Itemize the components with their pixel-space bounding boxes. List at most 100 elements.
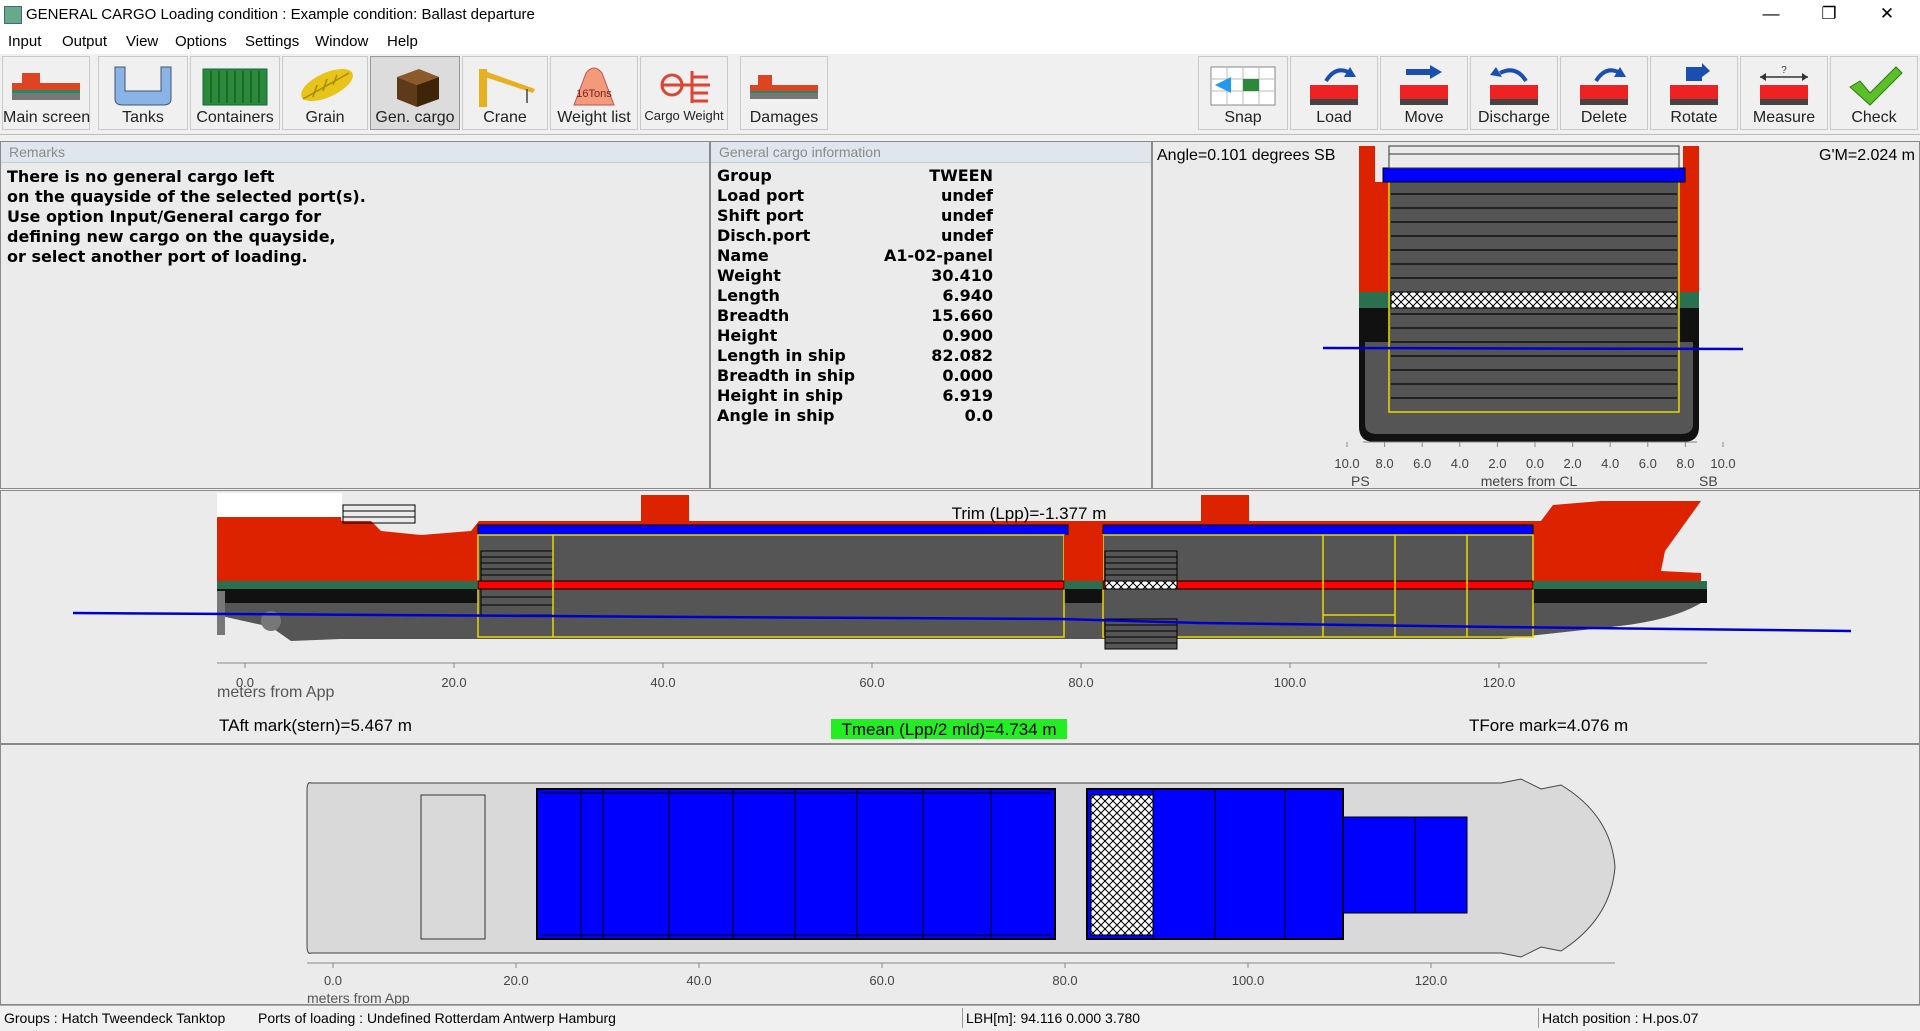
status-ports: Ports of loading : Undefined Rotterdam A…	[258, 1010, 616, 1026]
grain-label: Grain	[305, 109, 345, 126]
menu-options[interactable]: Options	[175, 33, 227, 50]
info-value: 15.660	[931, 306, 993, 325]
info-row-disch-port: Disch.port undef	[711, 226, 1151, 246]
cargo-weight-label: Cargo Weight	[644, 108, 724, 123]
axis-tick-label: 80.0	[1068, 675, 1093, 690]
remarks-line: or select another port of loading.	[7, 247, 308, 266]
cross-section-axis: 10.0 8.0 6.0 4.0 2.0 0.0 2.0 4.0 6.0 8.0 10.0	[1334, 442, 1736, 471]
aft-mark-label: TAft mark(stern)=5.467 m	[219, 716, 412, 735]
cross-section-axis-label: meters from CL	[1481, 473, 1578, 488]
tanks-button[interactable]: Tanks	[98, 56, 188, 130]
info-key: Group	[717, 166, 772, 185]
selected-cargo-profile[interactable]	[1104, 580, 1178, 590]
angle-label: Angle=0.101 degrees SB	[1157, 147, 1335, 164]
title-bar: GENERAL CARGO Loading condition : Exampl…	[0, 0, 1920, 30]
tanks-label: Tanks	[122, 109, 164, 126]
menu-help[interactable]: Help	[387, 33, 418, 50]
cargo-weight-button[interactable]: Cargo Weight	[640, 56, 728, 130]
main-screen-button[interactable]: Main screen	[2, 56, 90, 130]
cargo-info-panel: General cargo information Group TWEEN Loa…	[710, 141, 1152, 489]
damaged-ship-icon	[750, 75, 818, 99]
aft-hatch	[420, 794, 486, 940]
ship-icon	[12, 73, 80, 100]
status-groups: Groups : Hatch Tweendeck Tanktop	[4, 1010, 226, 1026]
status-hatch: Hatch position : H.pos.07	[1542, 1010, 1699, 1026]
measure-button[interactable]: ? Measure	[1740, 56, 1828, 130]
check-button[interactable]: Check	[1830, 56, 1918, 130]
damages-button[interactable]: Damages	[740, 56, 828, 130]
ps-label: PS	[1351, 473, 1370, 488]
svg-text:?: ?	[1781, 65, 1787, 76]
containers-button[interactable]: Containers	[190, 56, 280, 130]
close-button[interactable]: ✕	[1858, 0, 1916, 30]
axis-tick-label: 2.0	[1564, 456, 1582, 471]
cargo-info-table: Group TWEEN Load port undef Shift port unde…	[711, 163, 1151, 426]
menu-window[interactable]: Window	[315, 33, 368, 50]
load-arrow-icon	[1310, 67, 1358, 105]
move-label: Move	[1404, 109, 1444, 126]
hatch-group-aft[interactable]	[536, 788, 1056, 940]
menu-settings[interactable]: Settings	[245, 33, 299, 50]
menu-view[interactable]: View	[126, 33, 158, 50]
hatch-covers-fore	[1102, 524, 1534, 536]
remarks-line: There is no general cargo left	[7, 167, 275, 186]
axis-tick-label: 8.0	[1376, 456, 1394, 471]
load-button[interactable]: Load	[1290, 56, 1378, 130]
profile-svg[interactable]: 0.0 20.0 40.0 60.0 80.0 100.0 120.0 meters fro…	[1, 491, 1919, 743]
info-value: undef	[940, 226, 993, 245]
forward-hatch[interactable]	[1342, 816, 1468, 914]
containers-label: Containers	[196, 109, 274, 126]
plan-svg[interactable]: 0.0 20.0 40.0 60.0 80.0 100.0 120.0 meters fro…	[1, 745, 1919, 1004]
grain-button[interactable]: Grain	[282, 56, 368, 130]
axis-tick-label: 4.0	[1451, 456, 1469, 471]
info-row-breadth-in-ship: Breadth in ship 0.000	[711, 366, 1151, 386]
discharge-arrow-icon	[1490, 67, 1538, 105]
rotate-button[interactable]: Rotate	[1650, 56, 1738, 130]
cross-section-panel[interactable]: Angle=0.101 degrees SB G'M=2.024 m 10.0 8…	[1152, 141, 1920, 489]
profile-axis-label: meters from App	[217, 684, 334, 701]
delete-button[interactable]: Delete	[1560, 56, 1648, 130]
info-key: Shift port	[717, 206, 804, 225]
info-value: A1-02-panel	[883, 246, 993, 265]
plan-axis-label: meters from App	[307, 990, 410, 1004]
minimize-button[interactable]: —	[1742, 0, 1800, 30]
axis-tick-label: 20.0	[503, 973, 528, 988]
info-value: TWEEN	[929, 166, 993, 185]
info-row-height-in-ship: Height in ship 6.919	[711, 386, 1151, 406]
menu-output[interactable]: Output	[62, 33, 107, 50]
info-value: undef	[940, 186, 993, 205]
weight-icon: 16Tons	[573, 67, 615, 106]
delete-arrow-icon	[1580, 67, 1628, 105]
gen-cargo-label: Gen. cargo	[375, 109, 455, 126]
axis-tick-label: 60.0	[859, 675, 884, 690]
info-key: Breadth	[717, 306, 790, 325]
selected-cargo-panel[interactable]	[1390, 291, 1678, 309]
hatch-covers-aft	[477, 524, 1069, 536]
move-button[interactable]: Move	[1380, 56, 1468, 130]
funnel-fore	[1201, 495, 1249, 521]
cross-section-svg[interactable]: Angle=0.101 degrees SB G'M=2.024 m 10.0 8…	[1153, 142, 1919, 488]
info-key: Angle in ship	[717, 406, 835, 425]
info-row-height: Height 0.900	[711, 326, 1151, 346]
menu-input[interactable]: Input	[8, 33, 41, 50]
info-value: 30.410	[931, 266, 993, 285]
gen-cargo-button[interactable]: Gen. cargo	[370, 56, 460, 130]
restore-button[interactable]: ❐	[1800, 0, 1858, 30]
profile-panel[interactable]: 0.0 20.0 40.0 60.0 80.0 100.0 120.0 meters fro…	[0, 490, 1920, 744]
measure-label: Measure	[1752, 109, 1816, 126]
axis-tick-label: 6.0	[1639, 456, 1657, 471]
rotate-label: Rotate	[1670, 109, 1718, 126]
bulkhead	[1064, 535, 1103, 581]
snap-button[interactable]: Snap	[1198, 56, 1288, 130]
plan-axis: 0.0 20.0 40.0 60.0 80.0 100.0 120.0	[324, 963, 1447, 988]
selected-cargo-plan[interactable]	[1090, 794, 1154, 936]
weight-list-button[interactable]: 16Tons Weight list	[550, 56, 638, 130]
info-row-name: Name A1-02-panel	[711, 246, 1151, 266]
plan-panel[interactable]: 0.0 20.0 40.0 60.0 80.0 100.0 120.0 meters fro…	[0, 744, 1920, 1005]
info-row-shift-port: Shift port undef	[711, 206, 1151, 226]
discharge-button[interactable]: Discharge	[1470, 56, 1558, 130]
crane-button[interactable]: Crane	[462, 56, 548, 130]
axis-tick-label: 6.0	[1413, 456, 1431, 471]
fore-mark-label: TFore mark=4.076 m	[1469, 716, 1628, 735]
axis-tick-label: 0.0	[1526, 456, 1544, 471]
